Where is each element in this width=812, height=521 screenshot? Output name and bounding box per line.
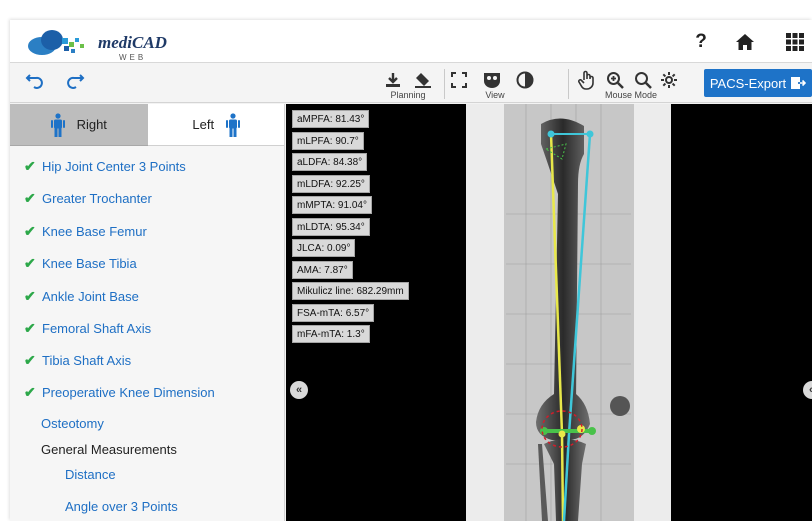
download-glyph-icon — [386, 73, 400, 87]
tab-left[interactable]: Left — [147, 104, 284, 146]
measurement-mLPFA[interactable]: mLPFA: 90.7° — [292, 132, 364, 150]
measurement-mikulicz-line[interactable]: Mikulicz line: 682.29mm — [292, 282, 409, 300]
step-greater-trochanter[interactable]: ✔ Greater Trochanter — [24, 188, 152, 208]
step-label: Hip Joint Center 3 Points — [42, 158, 186, 174]
measurement-aLDFA[interactable]: aLDFA: 84.38° — [292, 153, 368, 171]
measurement-FSA-mTA[interactable]: FSA-mTA: 6.57° — [292, 304, 375, 322]
tab-right-label: Right — [76, 117, 107, 132]
cloud-logo-icon — [28, 30, 84, 55]
measurement-JLCA[interactable]: JLCA: 0.09° — [292, 239, 356, 257]
measurement-mFA-mTA[interactable]: mFA-mTA: 1.3° — [292, 325, 370, 343]
medicad-logo[interactable]: mediCAD WEB — [24, 26, 167, 62]
hand-glyph-icon — [578, 70, 594, 90]
hand-pointer-icon[interactable] — [576, 67, 598, 93]
osteotomy-item[interactable]: Osteotomy — [41, 416, 104, 431]
step-ankle-joint-base[interactable]: ✔ Ankle Joint Base — [24, 286, 139, 306]
measurement-amPFA[interactable]: aMPFA: 81.43° — [292, 110, 370, 128]
general-measurements-heading: General Measurements — [41, 442, 177, 457]
collapse-left-button[interactable]: « — [290, 381, 308, 399]
mask-glyph-icon — [484, 73, 500, 88]
person-right-icon — [50, 112, 65, 137]
home-icon[interactable] — [732, 29, 758, 55]
checkmark-icon: ✔ — [24, 157, 36, 174]
step-preoperative-knee-dimension[interactable]: ✔ Preoperative Knee Dimension — [24, 382, 215, 402]
step-knee-base-tibia[interactable]: ✔ Knee Base Tibia — [24, 253, 137, 273]
help-icon[interactable]: ? — [688, 29, 714, 55]
grid-menu-icon[interactable] — [782, 29, 808, 55]
logo-title: mediCAD — [98, 33, 167, 52]
step-femoral-shaft-axis[interactable]: ✔ Femoral Shaft Axis — [24, 318, 151, 338]
step-hip-joint-center[interactable]: ✔ Hip Joint Center 3 Points — [24, 156, 186, 176]
angle-3-points-item[interactable]: Angle over 3 Points — [65, 499, 178, 514]
export-icon — [791, 77, 807, 89]
undo-glyph-icon — [25, 74, 43, 89]
zoom-in-glyph-icon — [607, 72, 624, 89]
image-viewer[interactable]: aMPFA: 81.43° mLPFA: 90.7° aLDFA: 84.38°… — [286, 104, 812, 521]
tab-right[interactable]: Right — [10, 104, 148, 146]
step-label: Knee Base Tibia — [42, 255, 137, 271]
pacs-export-label: PACS-Export — [709, 75, 787, 91]
app-header: mediCAD WEB ? — [10, 20, 812, 63]
undo-icon[interactable] — [24, 67, 44, 93]
zoom-glyph-icon — [635, 72, 652, 89]
toolbar: Planning View Mouse Mode PACS-Export — [10, 63, 812, 103]
side-tabs: Right Left — [10, 104, 284, 146]
checkmark-icon: ✔ — [24, 351, 36, 368]
person-left-icon — [226, 112, 241, 137]
contrast-icon[interactable] — [514, 67, 536, 93]
planning-label: Planning — [390, 90, 426, 100]
workflow-sidebar: Right Left ✔ Hip Joint Center 3 Points ✔ G… — [10, 104, 285, 521]
checkmark-icon: ✔ — [24, 287, 36, 304]
step-knee-base-femur[interactable]: ✔ Knee Base Femur — [24, 221, 147, 241]
mouse-mode-label: Mouse Mode — [604, 90, 658, 100]
app-window: mediCAD WEB ? Planning View Mouse Mode P… — [10, 20, 812, 521]
distance-item[interactable]: Distance — [65, 467, 116, 482]
fit-screen-icon[interactable] — [448, 67, 470, 93]
checkmark-icon: ✔ — [24, 319, 36, 336]
step-label: Femoral Shaft Axis — [42, 320, 152, 336]
fit-glyph-icon — [451, 72, 467, 88]
double-chevron-left-icon: « — [295, 384, 303, 396]
home-glyph-icon — [736, 34, 754, 50]
redo-glyph-icon — [67, 74, 85, 89]
toolbar-divider — [444, 69, 445, 99]
measurement-mLDFA[interactable]: mLDFA: 92.25° — [292, 175, 370, 193]
step-tibia-shaft-axis[interactable]: ✔ Tibia Shaft Axis — [24, 350, 131, 370]
xray-image[interactable] — [466, 104, 671, 521]
measurement-mMPTA[interactable]: mMPTA: 91.04° — [292, 196, 372, 214]
measurement-mLDTA[interactable]: mLDTA: 95.34° — [292, 218, 370, 236]
gear-glyph-icon — [661, 72, 677, 88]
step-label: Greater Trochanter — [42, 190, 152, 206]
view-label: View — [485, 90, 505, 100]
checkmark-icon: ✔ — [24, 222, 36, 239]
toolbar-divider — [568, 69, 569, 99]
logo-subtitle: WEB — [119, 53, 147, 62]
eraser-glyph-icon — [415, 73, 431, 88]
step-label: Ankle Joint Base — [42, 288, 139, 304]
checkmark-icon: ✔ — [24, 254, 36, 271]
pacs-export-button[interactable]: PACS-Export — [704, 69, 812, 97]
step-label: Tibia Shaft Axis — [42, 352, 132, 368]
step-label: Knee Base Femur — [42, 223, 147, 239]
leg-xray-graphic — [466, 104, 671, 521]
tab-left-label: Left — [192, 117, 215, 132]
help-symbol: ? — [695, 31, 707, 52]
redo-icon[interactable] — [66, 67, 86, 93]
step-label: Preoperative Knee Dimension — [42, 384, 215, 400]
contrast-glyph-icon — [516, 71, 534, 89]
checkmark-icon: ✔ — [24, 383, 36, 400]
collapse-right-button[interactable]: « — [803, 381, 812, 399]
checkmark-icon: ✔ — [24, 189, 36, 206]
measurement-AMA[interactable]: AMA: 7.87° — [292, 261, 353, 279]
grid-glyph-icon — [786, 33, 804, 51]
